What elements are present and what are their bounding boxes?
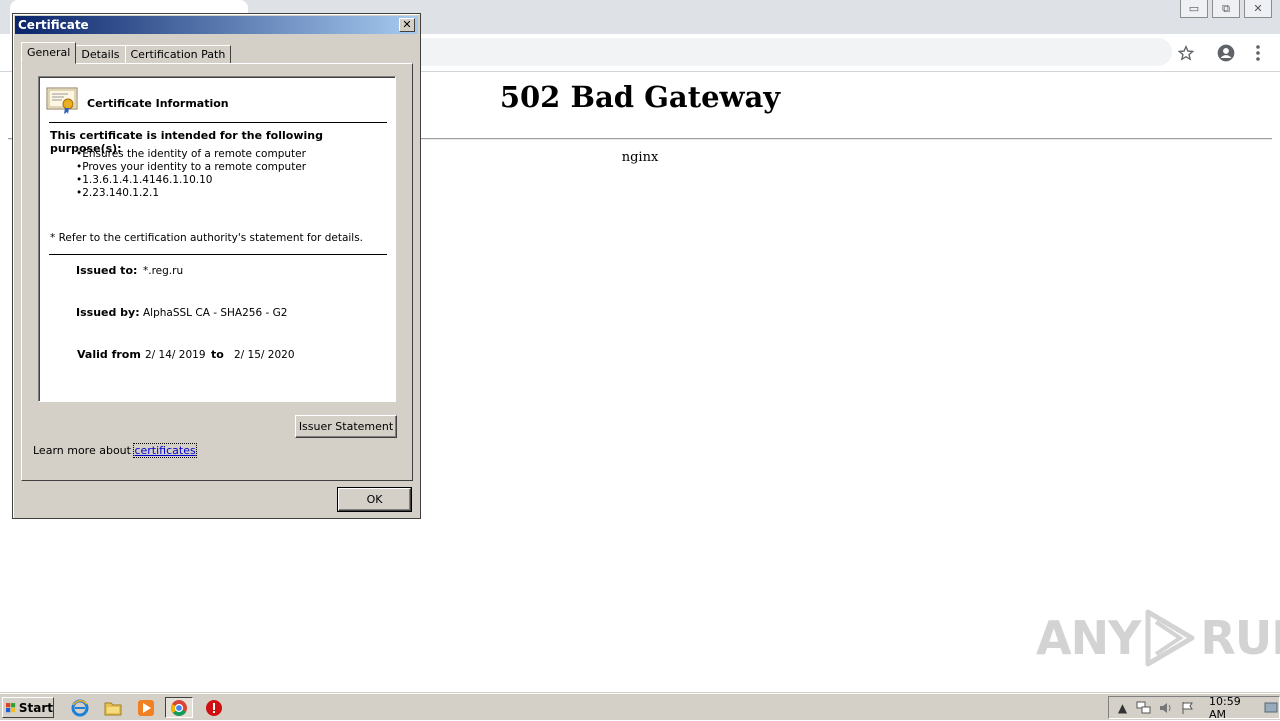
certificates-link[interactable]: certificates [133,443,197,458]
tab-details[interactable]: Details [75,45,126,64]
kebab-menu-icon[interactable] [1247,42,1269,64]
valid-from-label: Valid from [77,348,141,361]
start-button[interactable]: Start [2,697,54,718]
minimize-button[interactable]: ▭ [1180,0,1208,18]
dialog-tabs: General Details Certification Path [21,42,232,64]
ok-button[interactable]: OK [337,487,412,512]
purpose-item: Ensures the identity of a remote compute… [76,148,306,161]
network-icon[interactable] [1136,700,1152,716]
purpose-item: 2.23.140.1.2.1 [76,187,306,200]
file-explorer-icon[interactable] [99,697,127,718]
info-separator-bottom [49,254,387,255]
taskbar: Start ▲ 10:59 AM [0,693,1280,721]
volume-icon[interactable] [1158,700,1174,716]
valid-to-value: 2/ 15/ 2020 [234,349,295,361]
system-tray: ▲ 10:59 AM [1108,695,1280,721]
internet-explorer-icon[interactable] [66,697,94,718]
taskbar-clock[interactable]: 10:59 AM [1209,695,1258,721]
purpose-list: Ensures the identity of a remote compute… [76,148,306,200]
dialog-close-button[interactable]: ✕ [399,18,415,32]
info-separator-top [49,122,387,123]
show-desktop-icon[interactable] [1264,700,1279,716]
info-title: Certificate Information [87,97,229,110]
account-icon[interactable] [1215,42,1237,64]
certificate-icon [46,87,78,115]
certificate-info-box: Certificate Information This certificate… [38,76,396,402]
issued-to-label: Issued to: [76,264,138,277]
tab-certification-path[interactable]: Certification Path [124,45,232,64]
issuer-statement-button[interactable]: Issuer Statement [295,415,397,438]
anyrun-watermark: ANY RUN [1036,608,1280,668]
refer-note: * Refer to the certification authority's… [50,232,364,244]
purpose-item: Proves your identity to a remote compute… [76,161,306,174]
action-center-flag-icon[interactable] [1180,700,1195,716]
restore-button[interactable]: ⧉ [1212,0,1240,18]
show-hidden-icons-icon[interactable]: ▲ [1115,700,1130,716]
purpose-item: 1.3.6.1.4.1.4146.1.10.10 [76,174,306,187]
media-player-icon[interactable] [132,697,160,718]
close-window-button[interactable]: ✕ [1244,0,1272,18]
window-controls: ▭ ⧉ ✕ [1180,0,1272,18]
star-icon[interactable] [1175,42,1197,64]
learn-more-prefix: Learn more about [33,444,135,457]
issued-by-label: Issued by: [76,306,140,319]
learn-more-text: Learn more about certificates [33,443,197,458]
valid-to-label: to [211,348,224,361]
stop-icon[interactable] [200,697,228,718]
watermark-left-text: ANY [1036,611,1141,665]
chrome-icon[interactable] [165,697,193,718]
issued-to-value: *.reg.ru [143,265,184,277]
dialog-titlebar: Certificate ✕ [15,16,418,34]
play-logo-icon [1145,609,1195,667]
general-tab-panel: Certificate Information This certificate… [21,63,413,481]
dialog-title: Certificate [18,18,89,32]
issued-by-value: AlphaSSL CA - SHA256 - G2 [143,307,288,319]
tab-general[interactable]: General [21,42,77,64]
windows-logo-icon [6,702,16,712]
certificate-dialog: Certificate ✕ General Details Certificat… [12,13,421,519]
valid-from-value: 2/ 14/ 2019 [145,349,206,361]
start-label: Start [18,700,53,715]
watermark-right-text: RUN [1200,611,1280,665]
